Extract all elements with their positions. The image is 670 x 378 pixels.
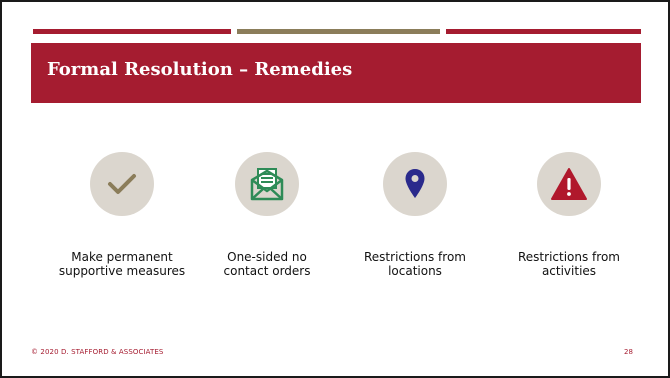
open-envelope-icon	[250, 168, 284, 201]
remedy-item-permanent-measures: Make permanent supportive measures	[57, 152, 187, 278]
slide: Formal Resolution – Remedies Make perman…	[0, 0, 670, 378]
remedy-label-line2: contact orders	[223, 264, 311, 278]
remedy-label: Restrictions from activities	[504, 250, 634, 278]
remedy-item-location-restrictions: Restrictions from locations	[350, 152, 480, 278]
remedy-label: One-sided no contact orders	[202, 250, 332, 278]
remedy-label: Restrictions from locations	[350, 250, 480, 278]
remedy-label-line2: supportive measures	[58, 264, 186, 278]
warning-icon	[551, 168, 587, 200]
remedy-label-line2: locations	[388, 264, 442, 278]
remedy-label-line1: Make permanent	[71, 250, 173, 264]
remedy-item-activity-restrictions: Restrictions from activities	[504, 152, 634, 278]
remedy-label-line2: activities	[541, 264, 597, 278]
copyright-footer: © 2020 D. STAFFORD & ASSOCIATES	[31, 348, 164, 356]
remedy-label: Make permanent supportive measures	[57, 250, 187, 278]
map-pin-icon	[405, 169, 425, 198]
remedy-label-line1: One-sided no	[227, 250, 307, 264]
icon-circle	[383, 152, 447, 216]
remedy-label-line1: Restrictions from	[518, 250, 620, 264]
remedy-label-line1: Restrictions from	[364, 250, 466, 264]
remedy-item-no-contact-orders: One-sided no contact orders	[202, 152, 332, 278]
icon-circle	[537, 152, 601, 216]
icon-circle	[90, 152, 154, 216]
top-divider-right	[446, 29, 641, 34]
top-divider-left	[33, 29, 231, 34]
slide-title: Formal Resolution – Remedies	[47, 59, 353, 80]
icon-circle	[235, 152, 299, 216]
checkmark-icon	[108, 174, 136, 194]
top-divider-middle	[237, 29, 440, 34]
title-band: Formal Resolution – Remedies	[31, 43, 641, 103]
page-number: 28	[624, 348, 633, 356]
